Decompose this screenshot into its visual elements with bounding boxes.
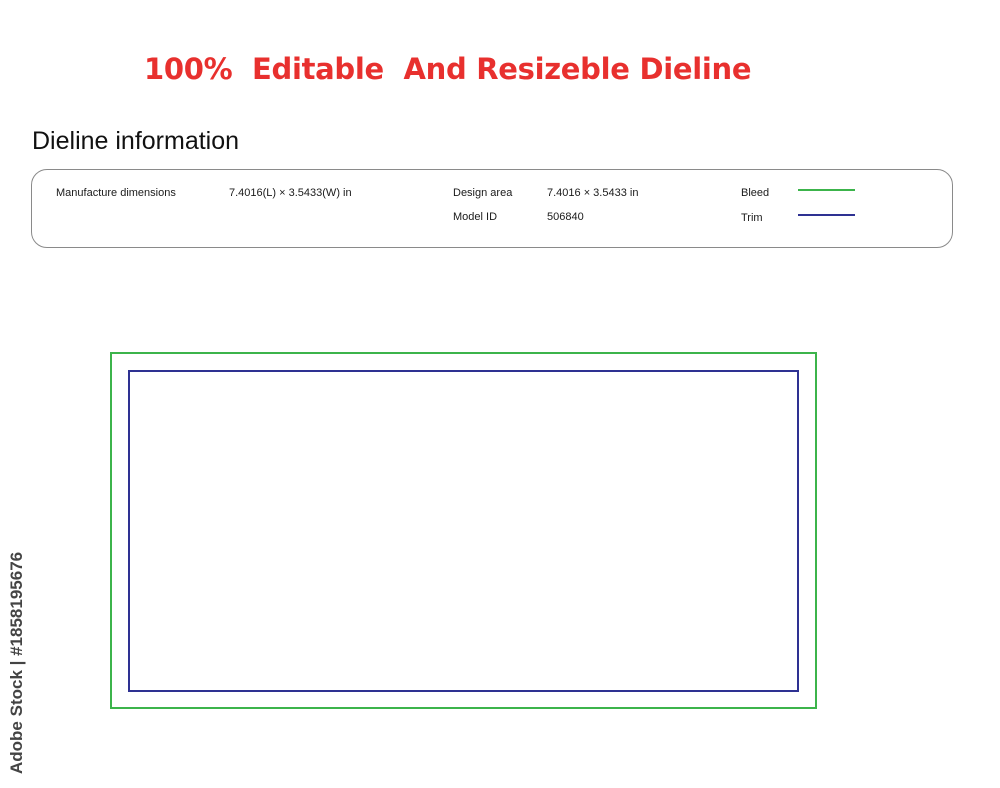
- trim-outline: [128, 370, 799, 692]
- dieline-drawing: [110, 352, 817, 709]
- bleed-outline: [110, 352, 817, 709]
- dieline-page: 100% Editable And Resizeble Dieline Diel…: [0, 0, 1000, 788]
- stock-watermark-text: Adobe Stock | #1858195676: [7, 551, 26, 774]
